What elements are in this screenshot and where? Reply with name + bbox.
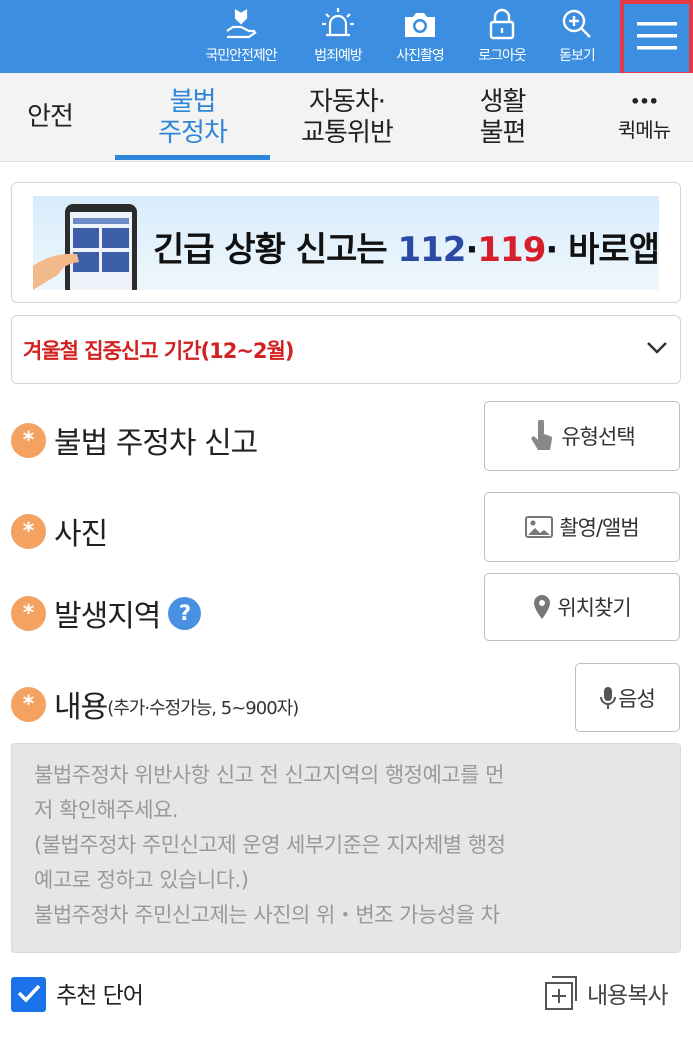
select-type-button[interactable]: 유형선택 [484,401,680,471]
tab-living-inconvenience[interactable]: 생활 불편 [440,73,565,162]
recommend-words-label[interactable]: 추천 단어 [56,976,144,1010]
banner-number-112: 112 [397,230,466,270]
tab-label: 안전 [27,102,74,132]
hamburger-icon [636,20,677,56]
top-menu-label: 국민안전제안 [205,48,277,64]
content-line: (불법주정차 주민신고제 운영 세부기준은 지자체별 행정 [34,833,506,857]
content-subtitle: (추가·수정가능, 5~900자) [107,698,299,719]
tab-label-line2: 불편 [479,117,527,148]
notice-text: 겨울철 집중신고 기간(12~2월) [23,338,294,363]
top-menu-safety-proposal[interactable]: 국민안전제안 [193,0,289,73]
capture-album-button[interactable]: 촬영/앨범 [484,492,680,562]
find-location-button[interactable]: 위치찾기 [484,573,680,641]
copy-plus-icon [543,972,579,1014]
tab-label-line2: 주정차 [158,117,228,148]
report-type-row: * 불법 주정차 신고 [11,418,258,462]
image-icon [525,516,554,538]
content-line: 저 확인해주세요. [34,798,179,822]
chevron-down-icon [646,340,668,359]
banner-text-suffix: · 바로앱! [545,230,659,270]
magnifier-plus-icon [557,4,597,44]
photo-row: * 사진 [11,509,108,553]
top-menu-label: 사진촬영 [396,48,445,64]
find-location-label: 위치찾기 [557,596,631,620]
copy-content-label: 내용복사 [587,983,669,1009]
help-icon[interactable]: ? [168,596,202,630]
siren-icon [318,4,358,44]
banner-dot: · [465,230,478,270]
content-line: 불법주정차 주민신고제는 사진의 위・변조 가능성을 차 [34,903,500,927]
tab-label-line1: 생활 [479,86,527,117]
select-type-label: 유형선택 [561,425,635,449]
photo-title: 사진 [54,517,108,552]
recommend-words-checkbox[interactable] [11,977,46,1012]
emergency-app-banner[interactable]: 긴급 상황 신고는 112·119· 바로앱! [33,196,659,290]
banner-text: 긴급 상황 신고는 112·119· 바로앱! [153,222,659,271]
top-menu-logout[interactable]: 로그아웃 [467,0,537,73]
top-menu-label: 돋보기 [559,48,596,64]
capture-album-label: 촬영/앨범 [559,516,639,540]
required-mark-icon: * [11,595,46,631]
content-line: 불법주정차 위반사항 신고 전 신고지역의 행정예고를 먼 [34,763,504,787]
hand-heart-icon [221,4,261,44]
content-row: * 내용 (추가·수정가능, 5~900자) [11,682,299,726]
checkmark-icon [17,983,41,1007]
tab-label-line2: 교통위반 [301,117,394,148]
phone-illustration [33,204,137,290]
top-menu-camera[interactable]: 사진촬영 [383,0,457,73]
copy-content-button[interactable]: 내용복사 [543,972,669,1014]
tab-quick-menu[interactable]: ••• 퀵메뉴 [595,73,693,162]
location-row: * 발생지역 ? [11,591,202,635]
required-mark-icon: * [11,513,46,549]
category-tabs: 안전 불법 주정차 자동차· 교통위반 생활 불편 ••• 퀵메뉴 [0,73,693,162]
voice-input-button[interactable]: 음성 [575,663,680,732]
top-menu-label: 로그아웃 [478,48,527,64]
menu-button[interactable] [620,0,693,76]
banner-number-119: 119 [477,230,546,270]
tab-label-line1: 자동차· [308,86,386,117]
microphone-icon [600,686,617,710]
touch-hand-icon [529,420,555,452]
required-mark-icon: * [11,686,46,722]
top-menu-crime-prevention[interactable]: 범죄예방 [300,0,376,73]
content-line: 예고로 정하고 있습니다.) [34,868,249,892]
winter-notice-dropdown[interactable]: 겨울철 집중신고 기간(12~2월) [11,315,681,384]
top-menu-label: 범죄예방 [314,48,363,64]
report-type-title: 불법 주정차 신고 [54,426,258,461]
tab-traffic-violation[interactable]: 자동차· 교통위반 [272,73,422,162]
location-title: 발생지역 [54,599,161,634]
map-pin-icon [533,594,551,620]
lock-icon [482,4,522,44]
tab-label-line2: 퀵메뉴 [617,118,671,142]
top-menu-magnifier[interactable]: 돋보기 [546,0,608,73]
tab-label-line1: 불법 [169,86,217,117]
tab-illegal-parking[interactable]: 불법 주정차 [115,73,270,162]
tab-safety[interactable]: 안전 [0,73,100,162]
more-dots-icon: ••• [630,92,659,111]
content-textarea[interactable]: 불법주정차 위반사항 신고 전 신고지역의 행정예고를 먼 저 확인해주세요. … [11,743,681,953]
top-bar: 국민안전제안 범죄예방 사진촬영 로그아웃 돋보기 [0,0,693,76]
content-title: 내용 [54,690,108,725]
voice-input-label: 음성 [618,686,656,711]
required-mark-icon: * [11,422,46,458]
camera-icon [400,4,440,44]
banner-text-prefix: 긴급 상황 신고는 [153,230,398,270]
active-tab-indicator [115,155,270,160]
